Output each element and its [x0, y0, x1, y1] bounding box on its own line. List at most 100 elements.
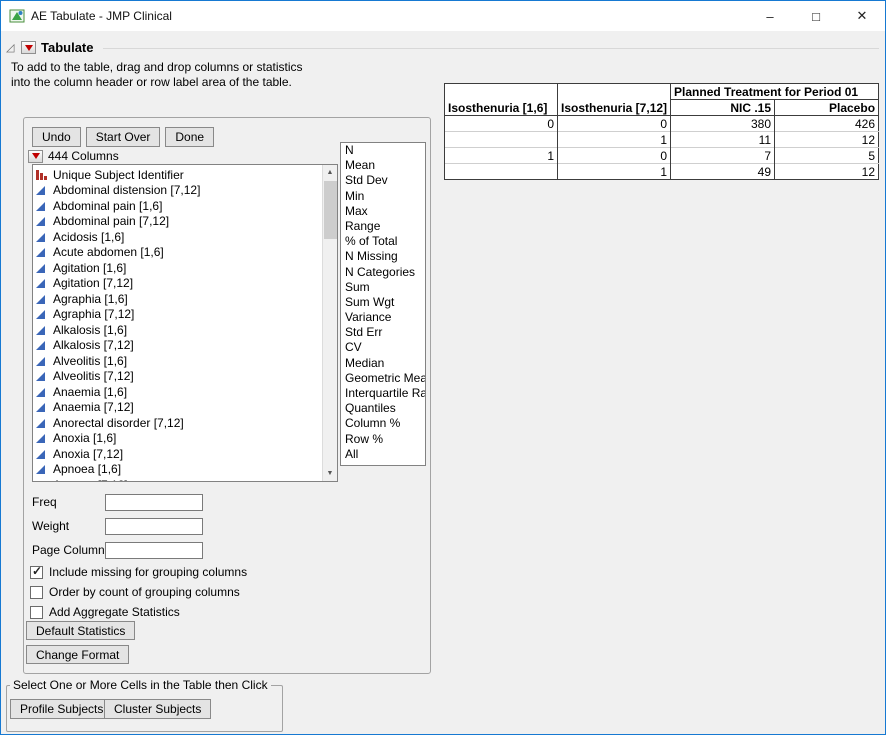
change-format-button[interactable]: Change Format: [26, 645, 129, 664]
column-list-item[interactable]: Apnoea [7,12]: [36, 477, 337, 482]
instructions-line-1: To add to the table, drag and drop colum…: [11, 60, 303, 75]
statistic-item[interactable]: Min: [341, 189, 425, 204]
statistic-item[interactable]: Interquartile Ra: [341, 386, 425, 401]
column-list-item[interactable]: Anoxia [1,6]: [36, 431, 337, 447]
table-cell[interactable]: 1: [445, 148, 558, 164]
column-list-item[interactable]: Abdominal pain [1,6]: [36, 198, 337, 214]
column-list-item[interactable]: Agraphia [1,6]: [36, 291, 337, 307]
statistic-item[interactable]: Sum: [341, 280, 425, 295]
column-list-item[interactable]: Alveolitis [1,6]: [36, 353, 337, 369]
column-list-item[interactable]: Agitation [7,12]: [36, 276, 337, 292]
statistic-item[interactable]: Row %: [341, 432, 425, 447]
table-cell[interactable]: 0: [558, 116, 671, 132]
column-list-item[interactable]: Alkalosis [1,6]: [36, 322, 337, 338]
checkbox[interactable]: ✓: [30, 566, 43, 579]
table-cell[interactable]: 11: [671, 132, 775, 148]
column-list-item[interactable]: Abdominal distension [7,12]: [36, 183, 337, 199]
table-cell[interactable]: 0: [558, 148, 671, 164]
table-cell[interactable]: [445, 132, 558, 148]
column-list-item[interactable]: Anaemia [1,6]: [36, 384, 337, 400]
outline-collapse-icon[interactable]: ◿: [6, 41, 14, 54]
column-list-item[interactable]: Alkalosis [7,12]: [36, 338, 337, 354]
tabulate-red-triangle-icon[interactable]: [21, 41, 36, 54]
outline-rule: [103, 48, 879, 49]
undo-button[interactable]: Undo: [32, 127, 81, 147]
column-list-item[interactable]: Apnoea [1,6]: [36, 462, 337, 478]
column-list-item[interactable]: Unique Subject Identifier: [36, 167, 337, 183]
column-header-isosthenuria-7-12[interactable]: Isosthenuria [7,12]: [558, 84, 671, 116]
cell-actions-group: Select One or More Cells in the Table th…: [6, 685, 283, 732]
statistic-item[interactable]: Mean: [341, 158, 425, 173]
column-header-placebo[interactable]: Placebo: [775, 100, 879, 116]
continuous-triangle-glyph: [36, 186, 45, 195]
column-list-item[interactable]: Anoxia [7,12]: [36, 446, 337, 462]
checkbox[interactable]: [30, 586, 43, 599]
table-cell[interactable]: 1: [558, 164, 671, 180]
scrollbar-thumb[interactable]: [324, 181, 337, 239]
close-button[interactable]: ✕: [839, 1, 885, 31]
column-list-item[interactable]: Alveolitis [7,12]: [36, 369, 337, 385]
continuous-icon: [36, 247, 50, 257]
table-cell[interactable]: 1: [558, 132, 671, 148]
statistic-item[interactable]: N Categories: [341, 265, 425, 280]
table-cell[interactable]: 0: [445, 116, 558, 132]
statistic-item[interactable]: Column %: [341, 416, 425, 431]
done-button[interactable]: Done: [165, 127, 214, 147]
statistic-item[interactable]: Max: [341, 204, 425, 219]
column-label: Abdominal pain [7,12]: [53, 214, 169, 228]
table-cell[interactable]: 380: [671, 116, 775, 132]
statistic-item[interactable]: CV: [341, 340, 425, 355]
statistic-item[interactable]: Range: [341, 219, 425, 234]
weight-row: Weight: [32, 514, 203, 538]
statistic-item[interactable]: Quantiles: [341, 401, 425, 416]
column-header-isosthenuria-1-6[interactable]: Isosthenuria [1,6]: [445, 84, 558, 116]
checkmark-icon: ✓: [32, 564, 42, 578]
scroll-up-icon[interactable]: ▲: [323, 165, 337, 180]
column-list-item[interactable]: Agraphia [7,12]: [36, 307, 337, 323]
checkbox[interactable]: [30, 606, 43, 619]
table-cell[interactable]: 7: [671, 148, 775, 164]
statistic-item[interactable]: Variance: [341, 310, 425, 325]
statistic-item[interactable]: N: [341, 143, 425, 158]
column-list-item[interactable]: Acute abdomen [1,6]: [36, 245, 337, 261]
statistic-item[interactable]: N Missing: [341, 249, 425, 264]
table-cell[interactable]: 5: [775, 148, 879, 164]
default-statistics-button[interactable]: Default Statistics: [26, 621, 135, 640]
table-cell[interactable]: 12: [775, 132, 879, 148]
column-list-item[interactable]: Abdominal pain [7,12]: [36, 214, 337, 230]
statistic-item[interactable]: All: [341, 447, 425, 462]
statistic-item[interactable]: Std Err: [341, 325, 425, 340]
start-over-button[interactable]: Start Over: [86, 127, 161, 147]
page-column-input[interactable]: [105, 542, 203, 559]
column-header-nic-15[interactable]: NIC .15: [671, 100, 775, 116]
statistic-item[interactable]: Geometric Mea: [341, 371, 425, 386]
statistic-item[interactable]: Sum Wgt: [341, 295, 425, 310]
columns-header: 444 Columns: [28, 149, 119, 163]
maximize-button[interactable]: □: [793, 1, 839, 31]
statistic-item[interactable]: % of Total: [341, 234, 425, 249]
table-cell[interactable]: 49: [671, 164, 775, 180]
columns-list[interactable]: Unique Subject IdentifierAbdominal diste…: [32, 164, 338, 482]
minimize-button[interactable]: –: [747, 1, 793, 31]
cluster-subjects-button[interactable]: Cluster Subjects: [104, 699, 211, 719]
scroll-down-icon[interactable]: ▼: [323, 466, 337, 481]
span-header-planned-treatment[interactable]: Planned Treatment for Period 01: [671, 84, 879, 100]
table-cell[interactable]: 426: [775, 116, 879, 132]
column-list-item[interactable]: Agitation [1,6]: [36, 260, 337, 276]
column-list-item[interactable]: Acidosis [1,6]: [36, 229, 337, 245]
freq-input[interactable]: [105, 494, 203, 511]
continuous-triangle-glyph: [36, 357, 45, 366]
column-list-item[interactable]: Anorectal disorder [7,12]: [36, 415, 337, 431]
columns-scrollbar[interactable]: ▲ ▼: [322, 165, 337, 481]
columns-red-triangle-icon[interactable]: [28, 150, 43, 163]
table-header-row-top: Isosthenuria [1,6] Isosthenuria [7,12] P…: [445, 84, 879, 100]
profile-subjects-button[interactable]: Profile Subjects: [10, 699, 113, 719]
column-list-item[interactable]: Anaemia [7,12]: [36, 400, 337, 416]
weight-input[interactable]: [105, 518, 203, 535]
statistic-item[interactable]: Median: [341, 356, 425, 371]
table-cell[interactable]: 12: [775, 164, 879, 180]
continuous-triangle-glyph: [36, 264, 45, 273]
table-cell[interactable]: [445, 164, 558, 180]
statistic-item[interactable]: Std Dev: [341, 173, 425, 188]
statistics-list[interactable]: NMeanStd DevMinMaxRange% of TotalN Missi…: [340, 142, 426, 466]
